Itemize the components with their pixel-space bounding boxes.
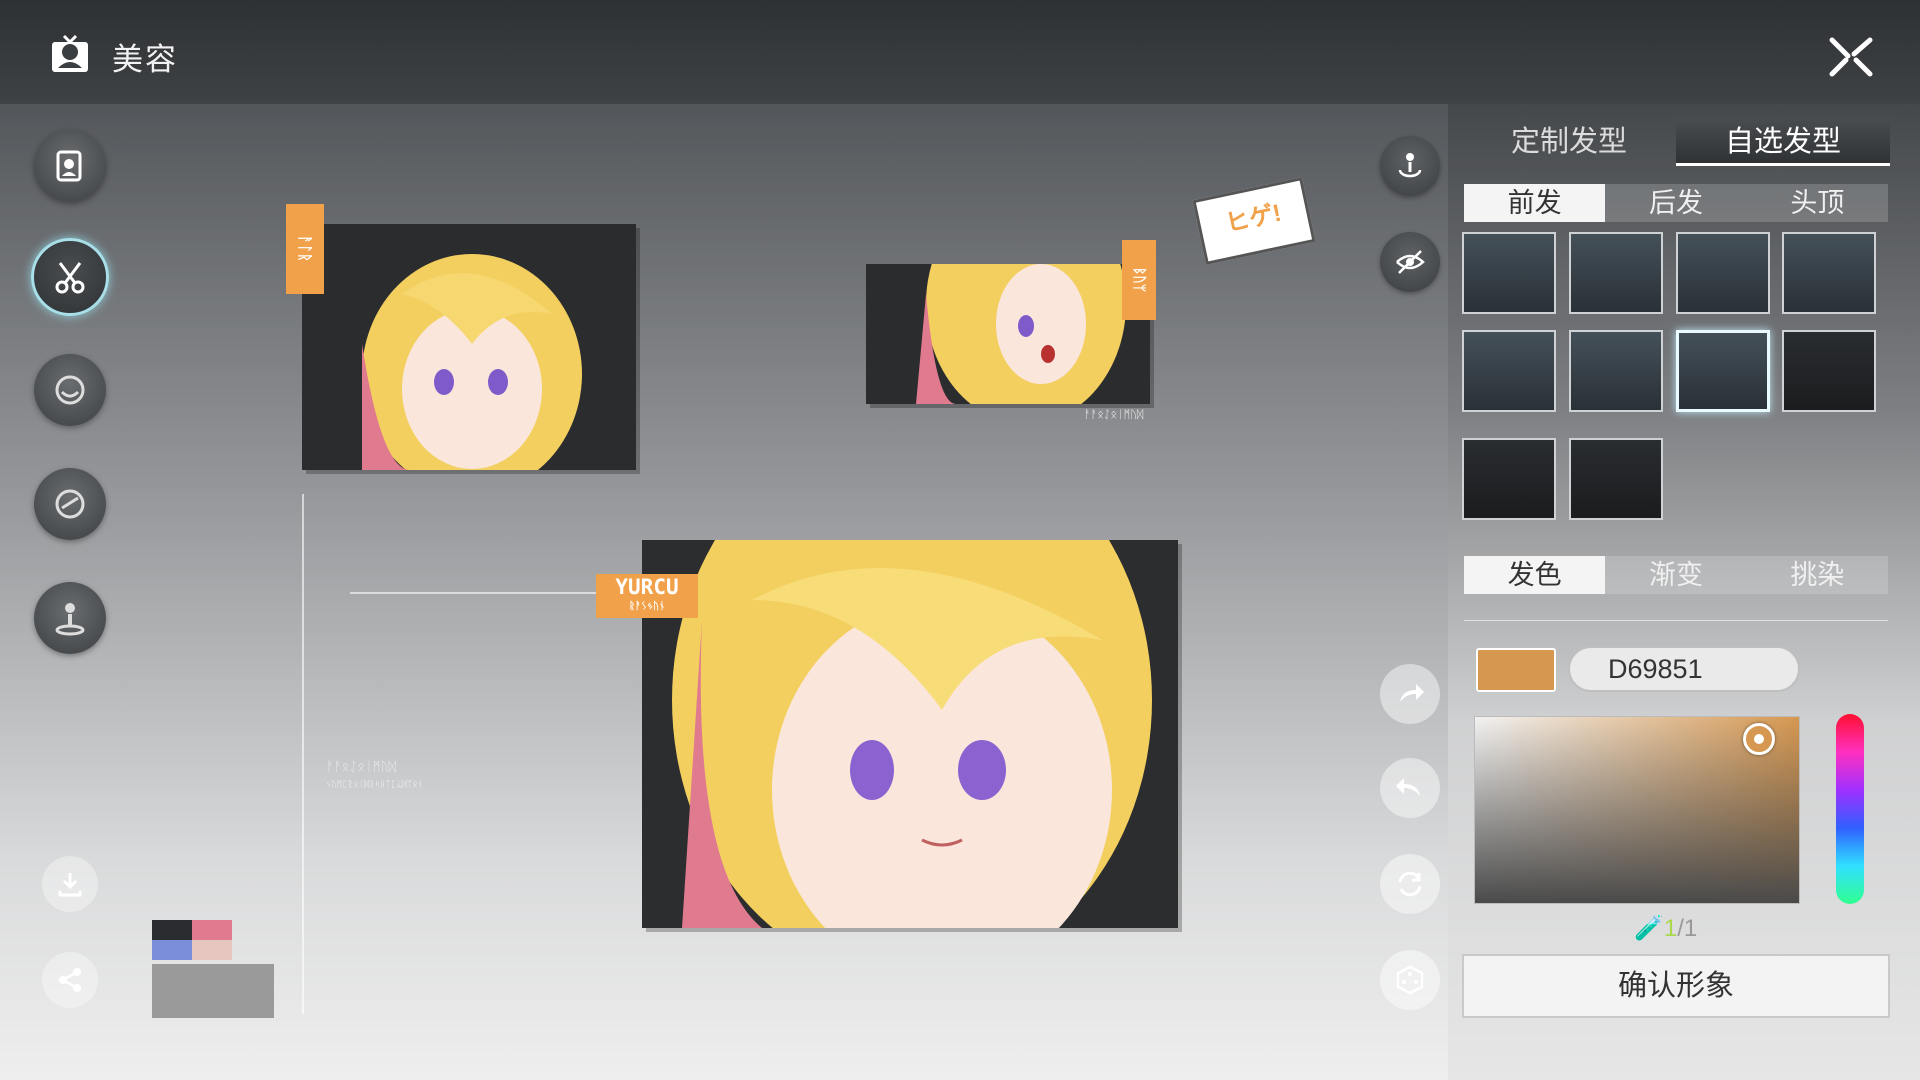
hair-style-7[interactable]: [1676, 330, 1770, 412]
dye-count: 🧪1/1: [1634, 915, 1698, 942]
character-preview-stage: ᚨᛚᚱ ᛒᚢᛘ ヒゲ! ᚨᚨᛟᛇᛟᛁᛗᚢᛞ YURCU ᚱᚨᛊᛃᚢᚾ ᚨᚨᛟᛇᛟ…: [140, 104, 1448, 1050]
portrait-panel-top-right: [866, 264, 1150, 404]
hair-color-tabs: 发色 渐变 挑染: [1464, 556, 1888, 594]
orange-tag-main: YURCU ᚱᚨᛊᛃᚢᚾ: [596, 574, 698, 618]
makeup-icon: [55, 375, 85, 405]
character-portrait-main: [642, 540, 1178, 928]
scissors-icon: [55, 262, 85, 294]
speech-bubble: ヒゲ!: [1192, 177, 1316, 265]
hue-slider[interactable]: [1836, 714, 1864, 904]
color-saturation-picker[interactable]: [1474, 716, 1800, 904]
deco-line: [350, 592, 600, 594]
hair-part-tabs: 前发 后发 头顶: [1464, 184, 1888, 222]
deco-emblem: [152, 964, 274, 1018]
download-icon: [58, 873, 82, 897]
undo-icon: [1396, 778, 1420, 796]
undo-button[interactable]: [1380, 758, 1440, 818]
rotate-person-icon: [1398, 153, 1422, 178]
dice-icon: [1396, 965, 1424, 995]
hairstyle-panel: 定制发型 自选发型 前发 后发 头顶 发色 渐变 挑染 D69851 🧪1/1 …: [1448, 104, 1920, 1080]
share-button[interactable]: [42, 952, 98, 1008]
portrait-panel-main: [642, 540, 1178, 928]
tab-custom-hairstyle[interactable]: 定制发型: [1462, 118, 1676, 166]
character-portrait: [362, 254, 582, 470]
orange-tag-left: ᚨᛚᚱ: [286, 204, 324, 294]
appearance-card-button[interactable]: [34, 130, 106, 202]
eye-settings-button[interactable]: [34, 468, 106, 540]
potion-icon: 🧪: [1634, 915, 1664, 942]
hair-style-8[interactable]: [1782, 330, 1876, 412]
tag-main-label: YURCU: [615, 575, 679, 599]
hide-ui-button[interactable]: [1380, 232, 1440, 292]
tab-gradient[interactable]: 渐变: [1605, 556, 1746, 594]
tab-front-hair[interactable]: 前发: [1464, 184, 1606, 222]
tab-highlight[interactable]: 挑染: [1747, 556, 1888, 594]
reset-button[interactable]: [1380, 854, 1440, 914]
eye-slash-icon: [1396, 250, 1425, 274]
top-bar: 美容: [0, 0, 1920, 105]
page-title: 美容: [112, 42, 178, 77]
hair-style-9[interactable]: [1462, 438, 1556, 520]
redo-button[interactable]: [1380, 664, 1440, 724]
deco-text: ᚨᚨᛟᛇᛟᛁᛗᚢᛞ: [1084, 408, 1144, 421]
hex-color-input[interactable]: D69851: [1568, 646, 1800, 692]
tab-top-hair[interactable]: 头顶: [1747, 184, 1888, 222]
close-icon[interactable]: [1826, 30, 1876, 80]
hair-style-6[interactable]: [1569, 330, 1663, 412]
current-color-swatch[interactable]: [1476, 648, 1556, 692]
color-legend: [152, 920, 232, 960]
randomize-button[interactable]: [1380, 950, 1440, 1010]
tab-preset-hairstyle[interactable]: 自选发型: [1676, 118, 1890, 166]
pose-icon: [55, 603, 85, 636]
tab-hair-color[interactable]: 发色: [1464, 556, 1606, 594]
pose-button[interactable]: [34, 582, 106, 654]
portrait-panel-top-left: [302, 224, 636, 470]
character-portrait-side: [916, 264, 1126, 404]
hair-style-3[interactable]: [1676, 232, 1770, 314]
deco-line: [302, 494, 304, 1014]
hairstyle-button[interactable]: [31, 238, 109, 316]
tag-main-sub: ᚱᚨᛊᛃᚢᚾ: [629, 601, 665, 612]
redo-icon: [1400, 684, 1424, 702]
color-picker-knob[interactable]: [1743, 723, 1775, 755]
deco-text: ᚨᚨᛟᛇᛟᛁᛗᚢᛞ: [326, 760, 397, 775]
hair-style-5[interactable]: [1462, 330, 1556, 412]
deco-text: ᛃᚢᛗᛈᚱᛟᛁᛞᚱᛋᚺᛏᛈᛦᛞᛉᛟᚾ: [326, 780, 424, 790]
face-card-icon: [56, 150, 82, 182]
hair-style-2[interactable]: [1569, 232, 1663, 314]
orange-tag-right: ᛒᚢᛘ: [1122, 240, 1156, 320]
makeup-button[interactable]: [34, 354, 106, 426]
rotate-view-button[interactable]: [1380, 136, 1440, 196]
eye-icon: [55, 489, 85, 519]
download-button[interactable]: [42, 856, 98, 912]
hair-style-10[interactable]: [1569, 438, 1663, 520]
left-rail: [0, 104, 140, 1080]
hair-style-4[interactable]: [1782, 232, 1876, 314]
confirm-appearance-button[interactable]: 确认形象: [1462, 954, 1890, 1018]
hairstyle-mode-tabs: 定制发型 自选发型: [1462, 118, 1890, 166]
refresh-icon: [1398, 871, 1422, 897]
share-icon: [59, 968, 81, 992]
hair-style-1[interactable]: [1462, 232, 1556, 314]
tab-back-hair[interactable]: 后发: [1605, 184, 1746, 222]
beauty-logo-icon: [52, 34, 88, 72]
divider: [1464, 620, 1888, 621]
